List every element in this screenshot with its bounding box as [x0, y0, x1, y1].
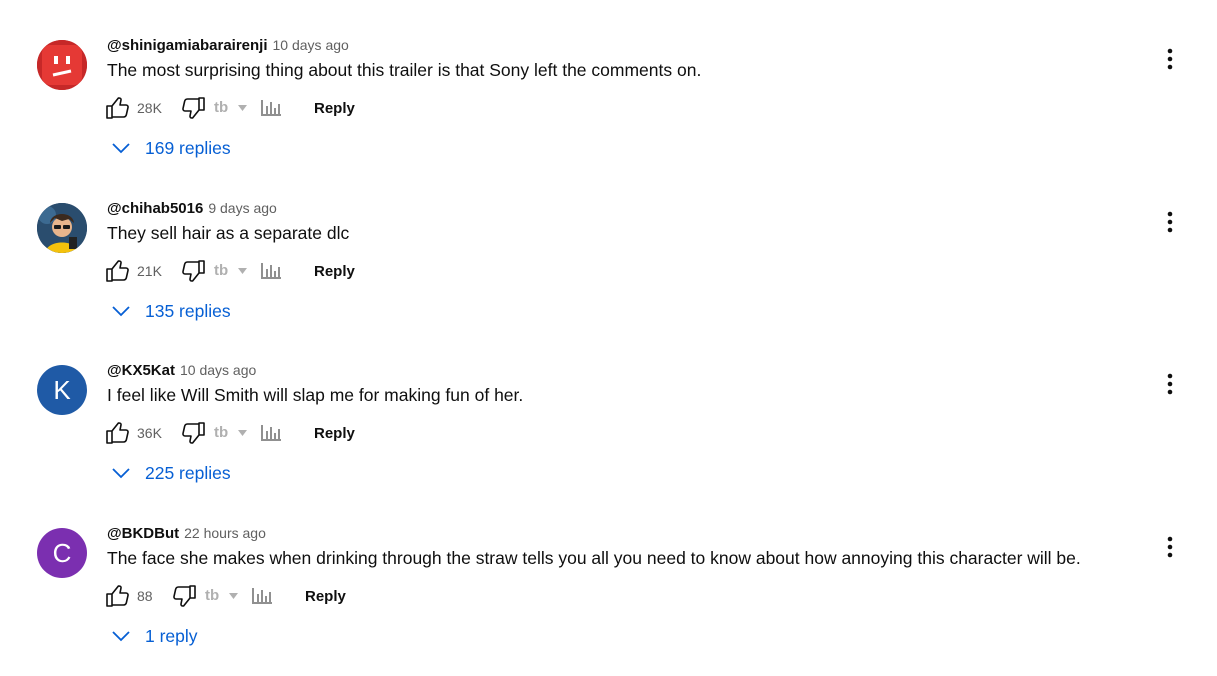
more-actions-button[interactable]	[1160, 46, 1180, 72]
thumbs-down-icon	[182, 97, 205, 119]
comment-header: @chihab5016 9 days ago	[107, 200, 277, 220]
chevron-down-icon	[112, 306, 130, 317]
comment-thread: @chihab5016 9 days ago They sell hair as …	[0, 191, 1217, 351]
tb-extension-button[interactable]: tb	[214, 258, 252, 282]
dislike-button[interactable]	[179, 258, 207, 284]
bar-chart-icon	[252, 588, 272, 604]
tb-extension-icon: tb	[214, 424, 247, 441]
dislike-button[interactable]	[170, 583, 198, 609]
bar-chart-icon	[261, 425, 281, 441]
reply-button[interactable]: Reply	[314, 95, 355, 121]
replies-label: 135 replies	[145, 300, 231, 321]
tb-extension-icon: tb	[214, 262, 247, 279]
view-replies-button[interactable]: 1 reply	[111, 624, 198, 648]
comment-text: The face she makes when drinking through…	[107, 548, 1081, 568]
comment-text: They sell hair as a separate dlc	[107, 223, 350, 243]
like-count: 28K	[137, 100, 162, 116]
dislike-button[interactable]	[179, 420, 207, 446]
comment-header: @shinigamiabarairenji 10 days ago	[107, 37, 349, 57]
author-name[interactable]: @shinigamiabarairenji	[107, 37, 268, 54]
comment-text: The most surprising thing about this tra…	[107, 60, 702, 80]
stats-button[interactable]	[249, 583, 275, 607]
stats-button[interactable]	[258, 258, 284, 282]
thumbs-up-icon	[106, 585, 129, 607]
reply-button[interactable]: Reply	[314, 420, 355, 446]
comment-thread: C @BKDBut 22 hours ago The face she makes…	[0, 516, 1217, 676]
chevron-down-icon	[112, 468, 130, 479]
like-count: 21K	[137, 263, 162, 279]
comment-actions: 28K tb Reply	[104, 95, 404, 121]
thumbs-up-icon	[106, 97, 129, 119]
svg-text:tb: tb	[214, 99, 228, 116]
replies-label: 169 replies	[145, 137, 231, 158]
comment-time[interactable]: 22 hours ago	[184, 525, 266, 541]
bar-chart-icon	[261, 100, 281, 116]
like-button[interactable]	[104, 420, 132, 446]
comment-actions: 21K tb Reply	[104, 258, 404, 284]
like-button[interactable]	[104, 95, 132, 121]
more-vert-icon	[1167, 48, 1173, 70]
avatar[interactable]	[37, 40, 87, 90]
stats-button[interactable]	[258, 95, 284, 119]
comment-time[interactable]: 10 days ago	[180, 362, 256, 378]
tb-extension-button[interactable]: tb	[205, 583, 243, 607]
svg-text:tb: tb	[214, 424, 228, 441]
replies-label: 225 replies	[145, 462, 231, 483]
dislike-button[interactable]	[179, 95, 207, 121]
cartoon-character-avatar-icon	[37, 203, 87, 253]
author-name[interactable]: @KX5Kat	[107, 362, 175, 379]
more-vert-icon	[1167, 373, 1173, 395]
avatar-letter: C	[52, 537, 72, 568]
comment-thread: K @KX5Kat 10 days ago I feel like Will Sm…	[0, 353, 1217, 513]
thumbs-down-icon	[182, 260, 205, 282]
reply-button[interactable]: Reply	[305, 583, 346, 609]
replies-label: 1 reply	[145, 625, 198, 646]
svg-text:tb: tb	[214, 262, 228, 279]
red-face-avatar-icon	[37, 40, 87, 90]
comment-header: @BKDBut 22 hours ago	[107, 525, 266, 545]
comment-header: @KX5Kat 10 days ago	[107, 362, 256, 382]
comment-list: @shinigamiabarairenji 10 days ago The mos…	[0, 0, 1217, 665]
more-actions-button[interactable]	[1160, 209, 1180, 235]
reply-button[interactable]: Reply	[314, 258, 355, 284]
more-actions-button[interactable]	[1160, 534, 1180, 560]
comment-time[interactable]: 9 days ago	[208, 200, 277, 216]
thumbs-down-icon	[173, 585, 196, 607]
avatar[interactable]: K	[37, 365, 87, 415]
comment-text: I feel like Will Smith will slap me for …	[107, 385, 524, 405]
thumbs-up-icon	[106, 422, 129, 444]
avatar-letter: K	[53, 374, 71, 405]
more-vert-icon	[1167, 211, 1173, 233]
comment-thread: @shinigamiabarairenji 10 days ago The mos…	[0, 28, 1217, 188]
thumbs-up-icon	[106, 260, 129, 282]
view-replies-button[interactable]: 225 replies	[111, 461, 231, 485]
avatar[interactable]: C	[37, 528, 87, 578]
svg-text:tb: tb	[205, 587, 219, 604]
thumbs-down-icon	[182, 422, 205, 444]
tb-extension-button[interactable]: tb	[214, 420, 252, 444]
bar-chart-icon	[261, 263, 281, 279]
more-actions-button[interactable]	[1160, 371, 1180, 397]
chevron-down-icon	[112, 143, 130, 154]
comment-actions: 88 tb Reply	[104, 583, 404, 609]
like-count: 36K	[137, 425, 162, 441]
author-name[interactable]: @chihab5016	[107, 200, 203, 217]
like-button[interactable]	[104, 583, 132, 609]
like-button[interactable]	[104, 258, 132, 284]
more-vert-icon	[1167, 536, 1173, 558]
like-count: 88	[137, 588, 153, 604]
stats-button[interactable]	[258, 420, 284, 444]
view-replies-button[interactable]: 135 replies	[111, 299, 231, 323]
view-replies-button[interactable]: 169 replies	[111, 136, 231, 160]
comment-time[interactable]: 10 days ago	[273, 37, 349, 53]
chevron-down-icon	[112, 631, 130, 642]
tb-extension-icon: tb	[205, 587, 238, 604]
avatar[interactable]	[37, 203, 87, 253]
tb-extension-button[interactable]: tb	[214, 95, 252, 119]
comment-actions: 36K tb Reply	[104, 420, 404, 446]
author-name[interactable]: @BKDBut	[107, 525, 179, 542]
tb-extension-icon: tb	[214, 99, 247, 116]
